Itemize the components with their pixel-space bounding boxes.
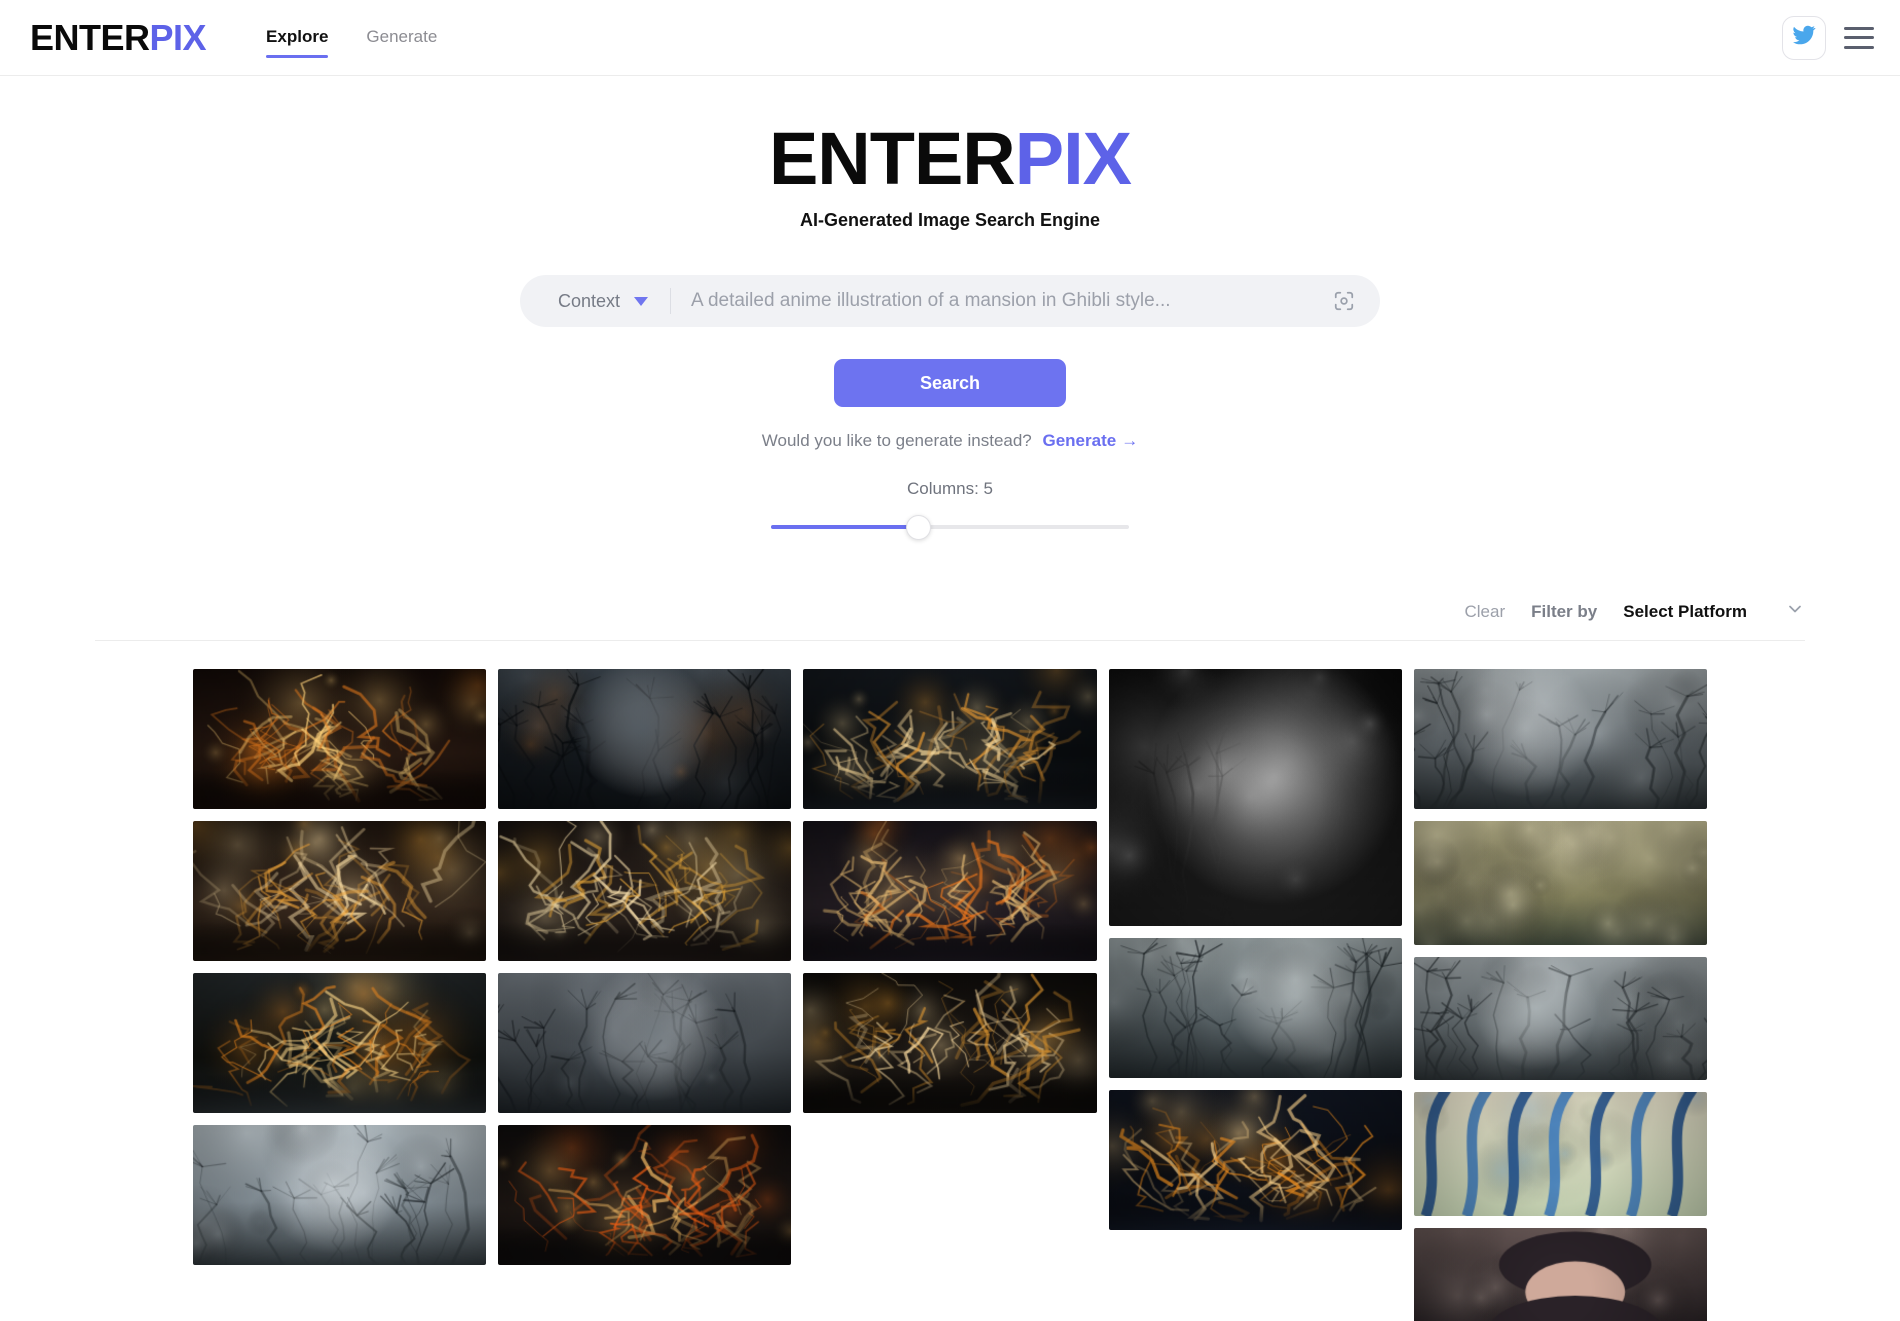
- grid-image: [192, 973, 486, 1113]
- grid-image-tile[interactable]: [1414, 1092, 1708, 1216]
- platform-dropdown[interactable]: Select Platform: [1623, 599, 1805, 624]
- grid-image-tile[interactable]: [803, 821, 1097, 961]
- grid-image: [1414, 1227, 1708, 1321]
- grid-image: [1108, 1090, 1403, 1231]
- grid-image: [192, 821, 486, 961]
- caret-down-icon: [634, 296, 649, 306]
- grid-image-tile[interactable]: [497, 821, 792, 961]
- twitter-link-button[interactable]: [1782, 15, 1826, 60]
- columns-slider[interactable]: [771, 515, 1129, 540]
- columns-slider-label: Columns: 5: [907, 479, 993, 498]
- generate-prompt: Would you like to generate instead? Gene…: [0, 431, 1900, 451]
- grid-image: [803, 973, 1097, 1113]
- grid-image: [803, 669, 1097, 809]
- hamburger-menu-icon[interactable]: [1844, 26, 1874, 49]
- hero-section: ENTERPIX AI-Generated Image Search Engin…: [0, 76, 1900, 231]
- grid-image: [192, 1125, 486, 1265]
- grid-image-tile[interactable]: [192, 669, 486, 809]
- filter-by-label: Filter by: [1531, 601, 1598, 621]
- chevron-down-icon: [1785, 599, 1805, 624]
- grid-image: [1414, 956, 1708, 1081]
- grid-image: [1414, 669, 1708, 809]
- platform-dropdown-value: Select Platform: [1623, 601, 1747, 621]
- grid-image: [497, 1125, 792, 1265]
- generate-prompt-text: Would you like to generate instead?: [761, 431, 1032, 450]
- grid-image-tile[interactable]: [1108, 669, 1403, 927]
- grid-image-tile[interactable]: [192, 973, 486, 1113]
- grid-image-tile[interactable]: [192, 1125, 486, 1265]
- context-dropdown[interactable]: Context: [520, 291, 670, 312]
- slider-fill: [771, 525, 918, 529]
- page-title-part2: PIX: [1014, 117, 1132, 200]
- grid-image-tile[interactable]: [497, 669, 792, 809]
- generate-link[interactable]: Generate →: [1043, 431, 1139, 450]
- grid-image-tile[interactable]: [1108, 938, 1403, 1079]
- grid-image: [1108, 938, 1403, 1079]
- brand-logo-part2: PIX: [149, 16, 207, 58]
- grid-image-tile[interactable]: [803, 973, 1097, 1113]
- context-dropdown-label: Context: [558, 290, 621, 311]
- twitter-icon: [1792, 23, 1816, 52]
- grid-image: [497, 821, 792, 961]
- page-title: ENTERPIX: [0, 122, 1900, 196]
- page-subtitle: AI-Generated Image Search Engine: [799, 210, 1101, 230]
- header-actions: [1782, 15, 1874, 60]
- image-scan-icon[interactable]: [1324, 281, 1364, 321]
- grid-image: [1414, 821, 1708, 945]
- grid-image-tile[interactable]: [1108, 1090, 1403, 1231]
- app-header: ENTERPIX Explore Generate: [0, 0, 1900, 76]
- grid-image-tile[interactable]: [497, 973, 792, 1113]
- columns-slider-block: Columns: 5: [0, 479, 1900, 540]
- search-input[interactable]: [671, 290, 1324, 312]
- grid-image-tile[interactable]: [803, 669, 1097, 809]
- filter-bar: Clear Filter by Select Platform: [95, 599, 1805, 641]
- search-bar: Context: [520, 275, 1380, 327]
- nav-tab-generate[interactable]: Generate: [366, 0, 437, 76]
- grid-image-tile[interactable]: [192, 821, 486, 961]
- grid-image: [497, 669, 792, 809]
- grid-image-tile[interactable]: [497, 1125, 792, 1265]
- page-title-part1: ENTER: [768, 117, 1016, 200]
- nav-tab-explore[interactable]: Explore: [266, 0, 329, 76]
- generate-link-label: Generate: [1042, 431, 1117, 450]
- nav-tab-explore-label: Explore: [266, 26, 329, 46]
- grid-image: [497, 973, 792, 1113]
- main-nav: Explore Generate: [266, 0, 475, 76]
- brand-logo-part1: ENTER: [30, 16, 150, 58]
- nav-tab-generate-label: Generate: [366, 26, 438, 46]
- arrow-right-icon: →: [1121, 431, 1139, 450]
- image-results-grid: [192, 669, 1708, 1321]
- grid-image: [192, 669, 486, 809]
- grid-image: [803, 821, 1097, 961]
- brand-logo[interactable]: ENTERPIX: [30, 16, 207, 58]
- grid-image-tile[interactable]: [1414, 821, 1708, 945]
- grid-image-tile[interactable]: [1414, 669, 1708, 809]
- clear-filters-button[interactable]: Clear: [1464, 602, 1505, 622]
- grid-image: [1108, 669, 1403, 927]
- grid-image: [1414, 1092, 1708, 1216]
- grid-image-tile[interactable]: [1414, 956, 1708, 1081]
- slider-thumb[interactable]: [905, 515, 931, 540]
- grid-image-tile[interactable]: [1414, 1227, 1708, 1321]
- search-button[interactable]: Search: [834, 359, 1066, 407]
